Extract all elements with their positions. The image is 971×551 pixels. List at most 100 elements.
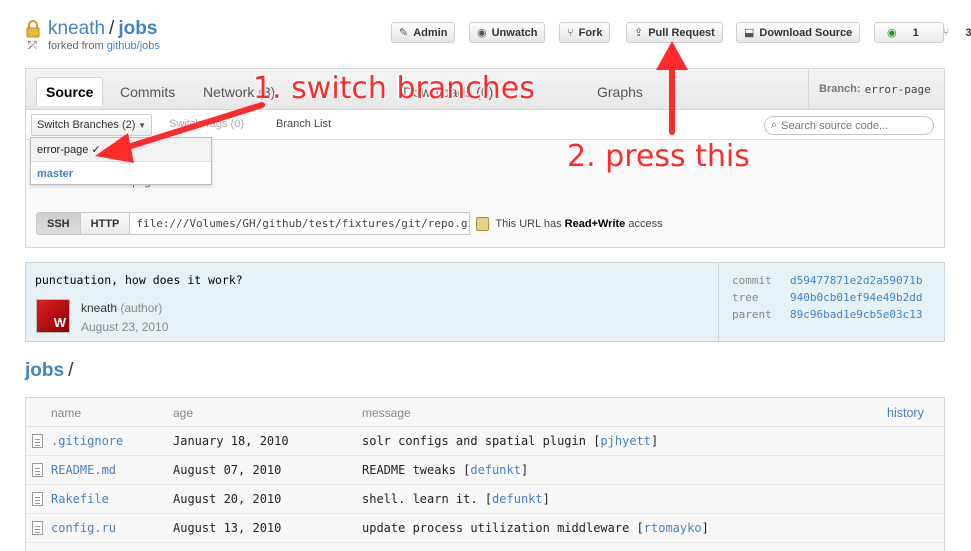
download-icon: ⬓: [744, 27, 755, 39]
file-icon: [32, 492, 43, 506]
search-input[interactable]: [781, 119, 922, 132]
tab-source[interactable]: Source: [36, 77, 104, 106]
caret-down-icon: ▼: [138, 120, 146, 130]
file-name-link[interactable]: .gitignore: [51, 434, 123, 448]
forked-from-link[interactable]: github/jobs: [107, 40, 160, 52]
search-icon: ⌕: [771, 119, 778, 131]
file-age: August 07, 2010: [173, 463, 282, 477]
repo-title: kneath / jobs: [48, 17, 157, 41]
branch-value: error-page: [864, 82, 931, 96]
pull-request-label: Pull Request: [648, 26, 715, 39]
file-name-link[interactable]: config.ru: [51, 521, 116, 535]
title-separator: /: [109, 18, 115, 39]
author-role: (author): [120, 301, 163, 315]
unwatch-button[interactable]: ◉ Unwatch: [469, 22, 546, 43]
http-button[interactable]: HTTP: [80, 212, 131, 235]
file-message-text: shell. learn it. [: [362, 492, 493, 506]
file-icon: [32, 521, 43, 535]
breadcrumb-root-link[interactable]: jobs: [25, 360, 64, 381]
file-icon: [32, 463, 43, 477]
table-row: README.md August 07, 2010 README tweaks …: [26, 456, 944, 485]
wrench-icon: ✎: [399, 27, 409, 39]
annotation-step-1: 1. switch branches: [253, 71, 535, 106]
clipboard-icon[interactable]: [476, 216, 490, 231]
file-message-close: ]: [520, 463, 529, 477]
annotation-step-2: 2. press this: [567, 139, 750, 174]
file-author-link[interactable]: rtomayko: [644, 521, 702, 535]
file-message: README tweaks [defunkt]: [362, 463, 528, 477]
tree-sha-link[interactable]: 940b0cb01ef94e49b2dd: [790, 291, 922, 304]
eye-icon: ◉: [887, 27, 897, 39]
parent-sha-link[interactable]: 89c96bad1e9cb5e03c13: [790, 308, 922, 321]
eye-icon: ◉: [477, 27, 487, 39]
fork-icon: ⑂: [942, 26, 950, 39]
file-message-text: update process utilization middleware [: [362, 521, 644, 535]
file-message-text: solr configs and spatial plugin [: [362, 434, 601, 448]
file-author-link[interactable]: defunkt: [470, 463, 521, 477]
admin-button[interactable]: ✎ Admin: [391, 22, 456, 43]
switch-tags-button[interactable]: Switch Tags (0): [169, 118, 244, 130]
column-age: age: [173, 406, 194, 420]
switch-branches-button[interactable]: Switch Branches (2) ▼: [31, 114, 152, 136]
breadcrumb-separator: /: [68, 360, 74, 381]
file-name-link[interactable]: Rakefile: [51, 492, 109, 506]
file-message: shell. learn it. [defunkt]: [362, 492, 550, 506]
commit-author: kneath (author): [81, 301, 162, 315]
forks-count[interactable]: ⑂ 3: [931, 27, 971, 39]
breadcrumb: jobs /: [25, 360, 73, 382]
meta-commit: commit d59477871e2d2a59071b: [732, 274, 922, 287]
access-prefix: This URL has: [495, 217, 565, 230]
commit-meta: commit d59477871e2d2a59071b tree 940b0cb01…: [718, 263, 944, 341]
avatar-glyph: W: [53, 315, 66, 330]
forks-value: 3: [965, 26, 971, 39]
file-age: August 20, 2010: [173, 492, 282, 506]
commit-message: punctuation, how does it work?: [35, 273, 243, 287]
repo-owner-link[interactable]: kneath: [48, 18, 105, 39]
file-author-link[interactable]: pjhyett: [600, 434, 651, 448]
fork-label: Fork: [578, 26, 603, 39]
meta-tree-label: tree: [732, 291, 759, 304]
fork-icon: ⤱: [28, 40, 37, 52]
file-message-text: README tweaks [: [362, 463, 471, 477]
arrow-head-pull-request: [656, 41, 688, 70]
access-suffix: access: [625, 217, 663, 230]
table-row: .gitignore January 18, 2010 solr configs…: [26, 427, 944, 456]
download-source-button[interactable]: ⬓ Download Source: [736, 22, 861, 43]
column-message: message: [362, 406, 411, 420]
author-link[interactable]: kneath: [81, 301, 117, 315]
branch-label: Branch:: [819, 83, 861, 95]
tab-graphs[interactable]: Graphs: [588, 78, 652, 105]
table-row: config.ru August 13, 2010 update process…: [26, 514, 944, 543]
branch-indicator: Branch: error-page: [808, 69, 944, 109]
column-name: name: [51, 406, 82, 420]
access-level: Read+Write: [564, 217, 626, 230]
branch-list-link[interactable]: Branch List: [276, 118, 331, 130]
fork-icon: ⑂: [567, 26, 574, 39]
fork-button[interactable]: ⑂ Fork: [559, 22, 611, 43]
repo-name-link[interactable]: jobs: [118, 18, 157, 39]
watchers-count[interactable]: ◉ 1: [875, 26, 931, 40]
meta-parent-label: parent: [732, 308, 772, 321]
file-tree: name age message history .gitignore Janu…: [25, 397, 945, 551]
clone-url-field[interactable]: file:///Volumes/GH/github/test/fixtures/…: [130, 212, 471, 235]
file-message: update process utilization middleware [r…: [362, 521, 709, 535]
file-name-link[interactable]: README.md: [51, 463, 116, 477]
meta-parent: parent 89c96bad1e9cb5e03c13: [732, 308, 922, 321]
commit-info-box: punctuation, how does it work? W kneath …: [25, 262, 945, 342]
forked-from-label: forked from: [48, 40, 107, 52]
commit-sha-link[interactable]: d59477871e2d2a59071b: [790, 274, 922, 287]
file-author-link[interactable]: defunkt: [492, 492, 543, 506]
file-age: January 18, 2010: [173, 434, 289, 448]
commit-date: August 23, 2010: [81, 320, 169, 334]
branch-option-master[interactable]: master: [31, 162, 211, 186]
tree-header: name age message history: [26, 398, 944, 427]
avatar[interactable]: W: [36, 299, 70, 333]
pull-request-button[interactable]: ⇪ Pull Request: [626, 22, 723, 43]
file-message-close: ]: [542, 492, 550, 506]
branch-option-error-page[interactable]: error-page ✓: [31, 138, 211, 162]
file-message-close: ]: [701, 521, 709, 535]
tab-commits[interactable]: Commits: [111, 78, 184, 105]
clone-url-bar: SSH HTTP file:///Volumes/GH/github/test/…: [36, 212, 663, 235]
ssh-button[interactable]: SSH: [36, 212, 81, 235]
history-link[interactable]: history: [887, 406, 924, 420]
